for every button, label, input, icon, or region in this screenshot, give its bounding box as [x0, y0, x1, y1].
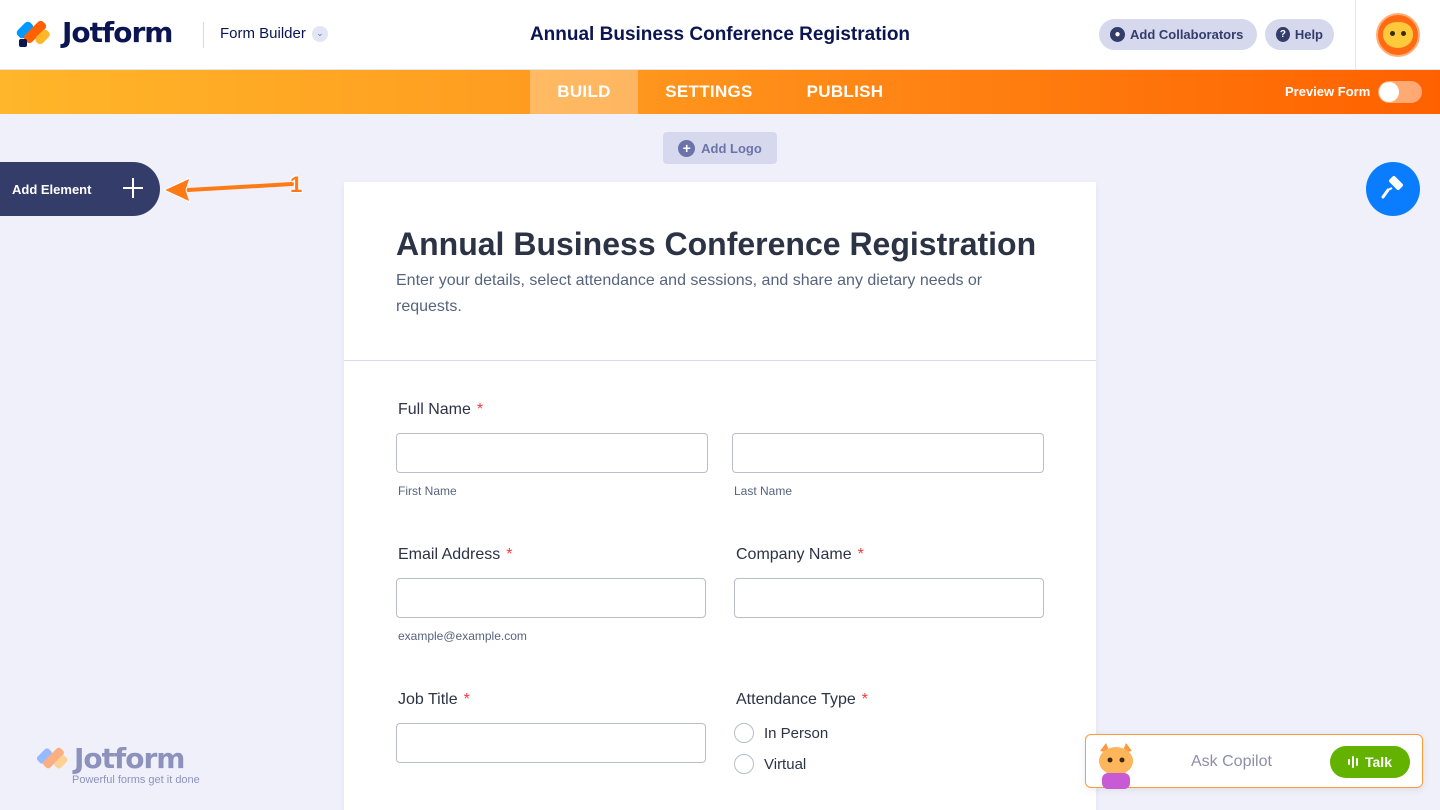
annotation-arrow-icon — [162, 177, 294, 203]
attendance-option-virtual[interactable]: Virtual — [734, 754, 806, 774]
top-header: Jotform Form Builder ⌄ Annual Business C… — [0, 0, 1440, 70]
copilot-cat-icon — [1099, 743, 1133, 789]
add-element-button[interactable]: Add Element — [0, 162, 160, 216]
first-name-sublabel: First Name — [398, 484, 457, 498]
help-button[interactable]: ? Help — [1265, 19, 1334, 50]
product-switcher[interactable]: Form Builder ⌄ — [220, 25, 328, 42]
help-label: Help — [1294, 27, 1323, 42]
required-mark: * — [506, 546, 513, 563]
attendance-type-label-text: Attendance Type — [736, 691, 856, 708]
radio-button[interactable] — [734, 723, 754, 743]
header-divider — [203, 22, 204, 48]
form-title[interactable]: Annual Business Conference Registration — [396, 226, 1036, 263]
form-subtitle[interactable]: Enter your details, select attendance an… — [396, 268, 1046, 320]
plus-icon — [122, 177, 144, 199]
required-mark: * — [463, 691, 470, 708]
user-icon: ● — [1110, 27, 1125, 42]
preview-form-label: Preview Form — [1285, 84, 1371, 99]
chevron-down-icon: ⌄ — [311, 25, 328, 42]
watermark-brand: Jotform — [74, 742, 185, 775]
job-title-label-text: Job Title — [398, 691, 458, 708]
required-mark: * — [857, 546, 864, 563]
radio-label: Virtual — [764, 755, 807, 773]
full-name-label[interactable]: Full Name * — [398, 401, 483, 419]
preview-form-toggle[interactable] — [1378, 81, 1422, 103]
job-title-input[interactable] — [396, 723, 706, 763]
ask-copilot-widget[interactable]: Ask Copilot Talk — [1085, 734, 1423, 789]
talk-button[interactable]: Talk — [1330, 746, 1410, 778]
company-label-text: Company Name — [736, 546, 852, 563]
help-icon: ? — [1276, 27, 1290, 42]
add-element-label: Add Element — [12, 181, 92, 197]
radio-label: In Person — [764, 724, 829, 742]
tab-build[interactable]: BUILD — [530, 70, 638, 114]
email-field[interactable] — [396, 578, 706, 618]
last-name-input[interactable] — [732, 433, 1044, 473]
first-name-input[interactable] — [396, 433, 708, 473]
ask-copilot-input[interactable]: Ask Copilot — [1191, 753, 1272, 771]
job-title-label[interactable]: Job Title * — [398, 691, 470, 709]
last-name-sublabel: Last Name — [734, 484, 793, 498]
tab-settings[interactable]: SETTINGS — [638, 70, 780, 114]
add-logo-button[interactable]: + Add Logo — [663, 132, 777, 164]
talk-label: Talk — [1365, 754, 1392, 770]
paint-roller-icon — [1381, 176, 1403, 199]
header-divider-right — [1355, 0, 1356, 70]
add-collaborators-label: Add Collaborators — [1130, 27, 1244, 42]
annotation-number: 1 — [290, 172, 303, 197]
email-label[interactable]: Email Address * — [398, 546, 513, 564]
add-logo-label: Add Logo — [701, 140, 762, 156]
builder-nav: BUILD SETTINGS PUBLISH Preview Form — [0, 70, 1440, 114]
product-switcher-label: Form Builder — [220, 25, 306, 42]
company-name-input[interactable] — [734, 578, 1044, 618]
sound-wave-icon — [1348, 756, 1360, 768]
form-card: Annual Business Conference Registration … — [344, 182, 1096, 810]
add-collaborators-button[interactable]: ● Add Collaborators — [1099, 19, 1257, 50]
jotform-logo-icon — [35, 744, 69, 774]
jotform-watermark: Jotform Powerful forms get it done — [35, 742, 200, 786]
tab-publish[interactable]: PUBLISH — [780, 70, 910, 114]
brand-name: Jotform — [62, 16, 173, 49]
email-label-text: Email Address — [398, 546, 501, 563]
avatar-icon[interactable] — [1376, 13, 1420, 57]
form-header[interactable]: Annual Business Conference Registration … — [344, 182, 1096, 361]
jotform-logo[interactable]: Jotform — [15, 16, 173, 49]
required-mark: * — [861, 691, 869, 708]
full-name-label-text: Full Name — [398, 401, 471, 418]
email-sublabel: example@example.com — [398, 629, 527, 643]
plus-icon: + — [678, 139, 696, 157]
attendance-option-in-person[interactable]: In Person — [734, 723, 828, 743]
watermark-tagline: Powerful forms get it done — [72, 774, 200, 786]
radio-button[interactable] — [734, 754, 754, 774]
company-label[interactable]: Company Name * — [736, 546, 864, 564]
jotform-logo-icon — [15, 17, 52, 49]
attendance-type-label[interactable]: Attendance Type * — [736, 691, 868, 709]
required-mark: * — [476, 401, 484, 418]
form-designer-button[interactable] — [1366, 162, 1420, 216]
